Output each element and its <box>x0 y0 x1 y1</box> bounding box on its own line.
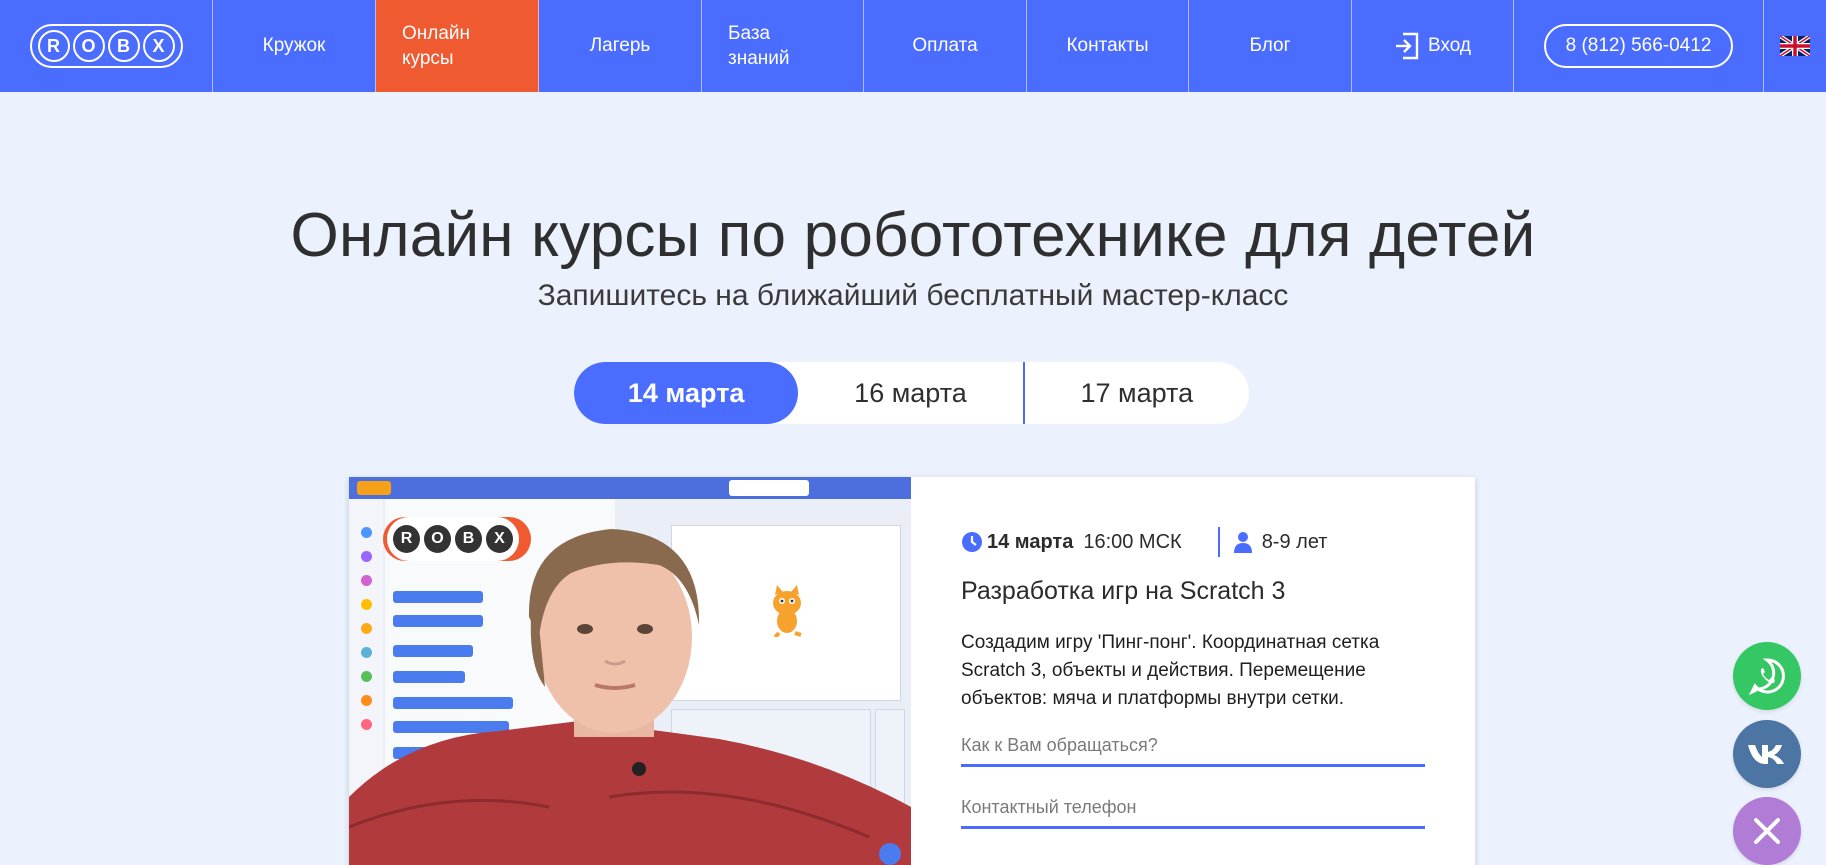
logo[interactable]: R O B X <box>0 0 213 92</box>
phone-container: 8 (812) 566-0412 <box>1514 0 1764 92</box>
scratch-logo <box>357 481 391 495</box>
login-button[interactable]: Вход <box>1352 0 1514 92</box>
date-tab-14[interactable]: 14 марта <box>574 362 799 424</box>
nav-item-label: Контакты <box>1066 35 1149 56</box>
phone-button[interactable]: 8 (812) 566-0412 <box>1543 24 1734 68</box>
badge-inner: R O B X <box>387 517 519 561</box>
nav-item-label: Оплата <box>912 35 978 56</box>
course-card: R O B X 14 марта 16:00 МСК 8-9 лет Разра… <box>349 477 1475 865</box>
language-switch[interactable] <box>1764 0 1826 92</box>
nav-item-label: Лагерь <box>589 35 651 56</box>
page-title: Онлайн курсы по робототехнике для детей <box>290 201 1536 270</box>
course-title: Разработка игр на Scratch 3 <box>961 577 1286 605</box>
play-icon[interactable] <box>879 843 901 865</box>
logo-letter: O <box>424 525 451 553</box>
whatsapp-icon <box>1748 658 1785 696</box>
robox-logo: R O B X <box>29 24 183 68</box>
scratch-menubar <box>349 477 911 499</box>
close-button[interactable] <box>1733 797 1801 865</box>
logo-letter: X <box>142 30 175 62</box>
nav-item-knowledge-base[interactable]: База знаний <box>702 0 864 92</box>
robox-badge: R O B X <box>383 517 531 561</box>
course-video-thumbnail[interactable]: R O B X <box>349 477 911 865</box>
course-date: 14 марта <box>987 530 1074 553</box>
nav-item-contacts[interactable]: Контакты <box>1027 0 1189 92</box>
logo-letter: X <box>486 525 513 553</box>
whatsapp-button[interactable] <box>1733 642 1801 710</box>
course-meta: 14 марта 16:00 МСК 8-9 лет <box>961 527 1441 557</box>
clock-icon <box>962 532 982 552</box>
logo-letter: R <box>393 525 420 553</box>
date-tab-17[interactable]: 17 марта <box>1022 362 1249 424</box>
login-icon <box>1396 32 1419 60</box>
nav-item-label: Кружок <box>262 35 326 56</box>
logo-letter: B <box>107 30 140 62</box>
page-subtitle: Запишитесь на ближайший бесплатный масте… <box>537 279 1289 312</box>
course-time: 16:00 МСК <box>1083 530 1182 553</box>
meta-divider <box>1217 527 1220 557</box>
nav-item-blog[interactable]: Блог <box>1189 0 1352 92</box>
nav-item-online-courses[interactable]: Онлайн курсы <box>376 0 539 92</box>
login-label: Вход <box>1428 35 1471 56</box>
logo-letter: O <box>72 30 105 62</box>
date-tab-16[interactable]: 16 марта <box>798 362 1022 424</box>
name-field[interactable] <box>961 729 1425 767</box>
logo-letter: B <box>455 525 482 553</box>
nav-item-label: Блог <box>1249 35 1291 56</box>
scratch-button <box>729 480 809 496</box>
top-navbar: R O B X Кружок Онлайн курсы Лагерь База … <box>0 0 1826 92</box>
course-description: Создадим игру 'Пинг-понг'. Координатная … <box>961 632 1380 709</box>
course-age: 8-9 лет <box>1261 530 1328 553</box>
nav-item-label: Онлайн курсы <box>402 23 471 69</box>
user-icon <box>1233 532 1252 553</box>
uk-flag-icon <box>1780 36 1810 56</box>
logo-letter: R <box>37 30 70 62</box>
date-tabs: 14 марта 16 марта 17 марта <box>574 362 1249 424</box>
phone-field[interactable] <box>961 791 1425 829</box>
nav-item-payment[interactable]: Оплата <box>864 0 1027 92</box>
nav-item-label: База знаний <box>728 23 790 69</box>
nav-item-camp[interactable]: Лагерь <box>539 0 702 92</box>
vk-button[interactable] <box>1733 720 1801 788</box>
vk-icon <box>1748 745 1784 764</box>
close-icon <box>1754 818 1780 844</box>
nav-item-kruzhok[interactable]: Кружок <box>213 0 376 92</box>
